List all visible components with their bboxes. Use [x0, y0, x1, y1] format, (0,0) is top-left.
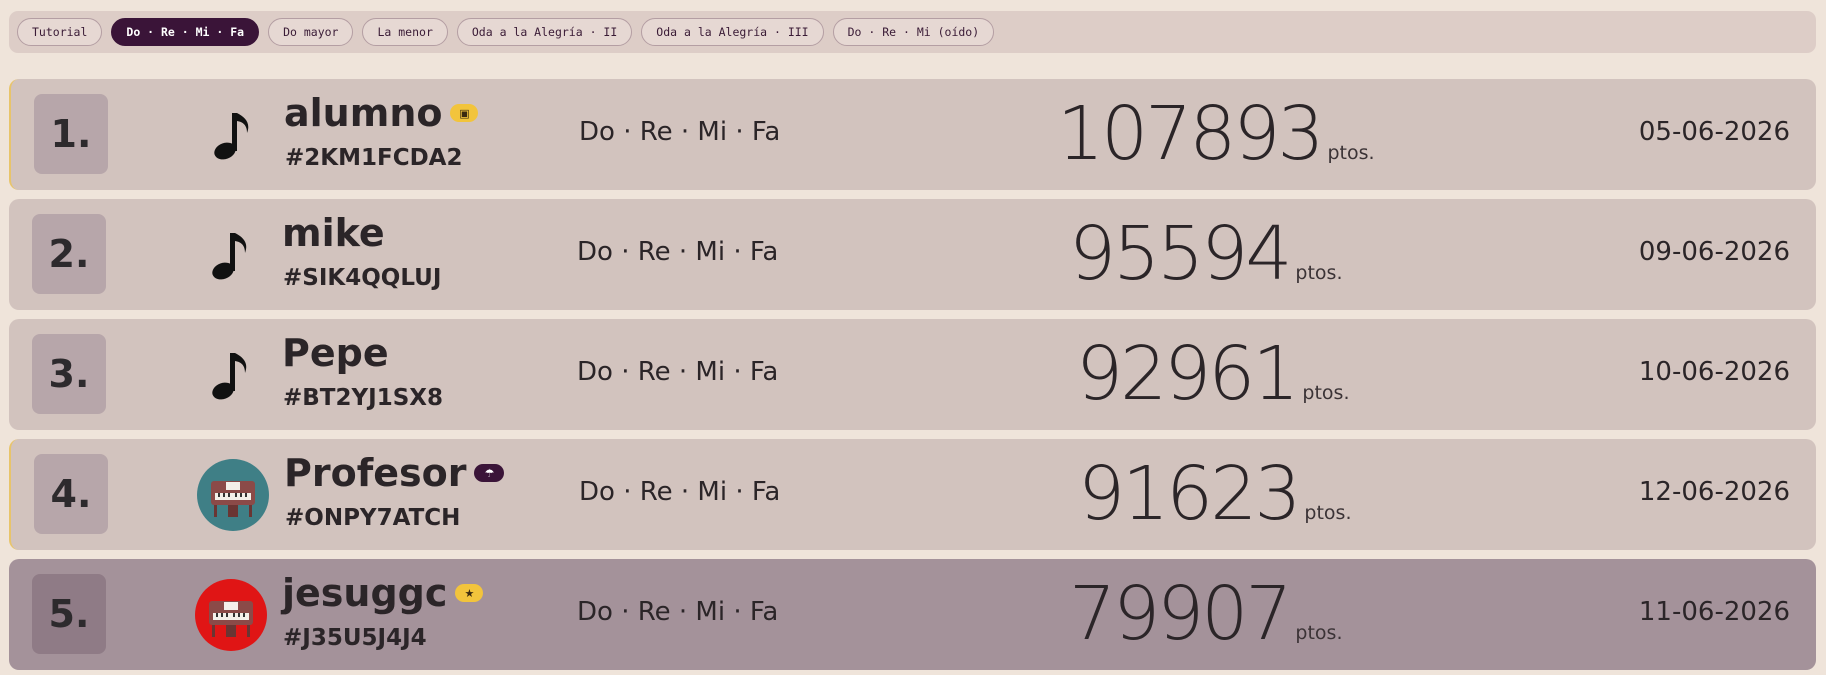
- score: 107893 ptos.: [1057, 91, 1375, 177]
- music-note-icon: [197, 99, 269, 171]
- score-date: 09-06-2026: [1638, 237, 1790, 267]
- rank-number: 4.: [34, 454, 108, 534]
- leaderboard-row[interactable]: 4. Profesor ☂ #ONPY7ATCH Do · Re · Mi · F…: [9, 439, 1816, 550]
- tab-do-mayor[interactable]: Do mayor: [268, 18, 354, 46]
- player-code: #2KM1FCDA2: [285, 145, 463, 171]
- leaderboard-row[interactable]: 3. Pepe #BT2YJ1SX8 Do · Re · Mi · Fa 929…: [9, 319, 1816, 430]
- level-name: Do · Re · Mi · Fa: [577, 237, 779, 267]
- score: 91623 ptos.: [1078, 451, 1352, 537]
- leaderboard-row[interactable]: 5. jesuggc ★ #J35U5J4J4 Do · Re · Mi · Fa…: [9, 559, 1816, 670]
- level-name: Do · Re · Mi · Fa: [577, 597, 779, 627]
- teacher-badge-icon: ☂: [474, 464, 505, 482]
- score: 79907 ptos.: [1069, 571, 1343, 657]
- music-note-icon: [195, 219, 267, 291]
- leaderboard-row[interactable]: 2. mike #SIK4QQLUJ Do · Re · Mi · Fa 955…: [9, 199, 1816, 310]
- leaderboard-row[interactable]: 1. alumno ▣ #2KM1FCDA2 Do · Re · Mi · Fa …: [9, 79, 1816, 190]
- tab-tutorial[interactable]: Tutorial: [17, 18, 103, 46]
- player-code: #BT2YJ1SX8: [283, 385, 444, 411]
- player-code: #J35U5J4J4: [283, 625, 427, 651]
- rank-number: 5.: [32, 574, 106, 654]
- music-note-icon: [195, 339, 267, 411]
- level-name: Do · Re · Mi · Fa: [579, 477, 781, 507]
- score: 95594 ptos.: [1069, 211, 1343, 297]
- piano-teal-avatar: [197, 459, 269, 531]
- tab-do-re-mi-fa[interactable]: Do · Re · Mi · Fa: [111, 18, 260, 46]
- level-name: Do · Re · Mi · Fa: [579, 117, 781, 147]
- score-date: 05-06-2026: [1638, 117, 1790, 147]
- tab-la-menor[interactable]: La menor: [362, 18, 448, 46]
- piano-red-avatar: [195, 579, 267, 651]
- player-name: mike: [282, 211, 385, 255]
- score: 92961 ptos.: [1076, 331, 1350, 417]
- player-name: jesuggc ★: [282, 571, 484, 615]
- score-date: 12-06-2026: [1638, 477, 1790, 507]
- player-name: Profesor ☂: [284, 451, 505, 495]
- student-badge-icon: ▣: [450, 104, 479, 122]
- player-name: alumno ▣: [284, 91, 479, 135]
- level-tab-bar: Tutorial Do · Re · Mi · Fa Do mayor La m…: [9, 11, 1816, 53]
- tab-do-re-mi-oido[interactable]: Do · Re · Mi (oído): [832, 18, 995, 46]
- tab-oda-alegria-2[interactable]: Oda a la Alegría · II: [456, 18, 633, 46]
- player-code: #SIK4QQLUJ: [283, 265, 442, 291]
- player-name: Pepe: [282, 331, 389, 375]
- score-date: 11-06-2026: [1638, 597, 1790, 627]
- level-name: Do · Re · Mi · Fa: [577, 357, 779, 387]
- player-code: #ONPY7ATCH: [285, 505, 461, 531]
- tab-oda-alegria-3[interactable]: Oda a la Alegría · III: [641, 18, 824, 46]
- star-badge-icon: ★: [455, 584, 484, 602]
- rank-number: 2.: [32, 214, 106, 294]
- score-date: 10-06-2026: [1638, 357, 1790, 387]
- rank-number: 3.: [32, 334, 106, 414]
- rank-number: 1.: [34, 94, 108, 174]
